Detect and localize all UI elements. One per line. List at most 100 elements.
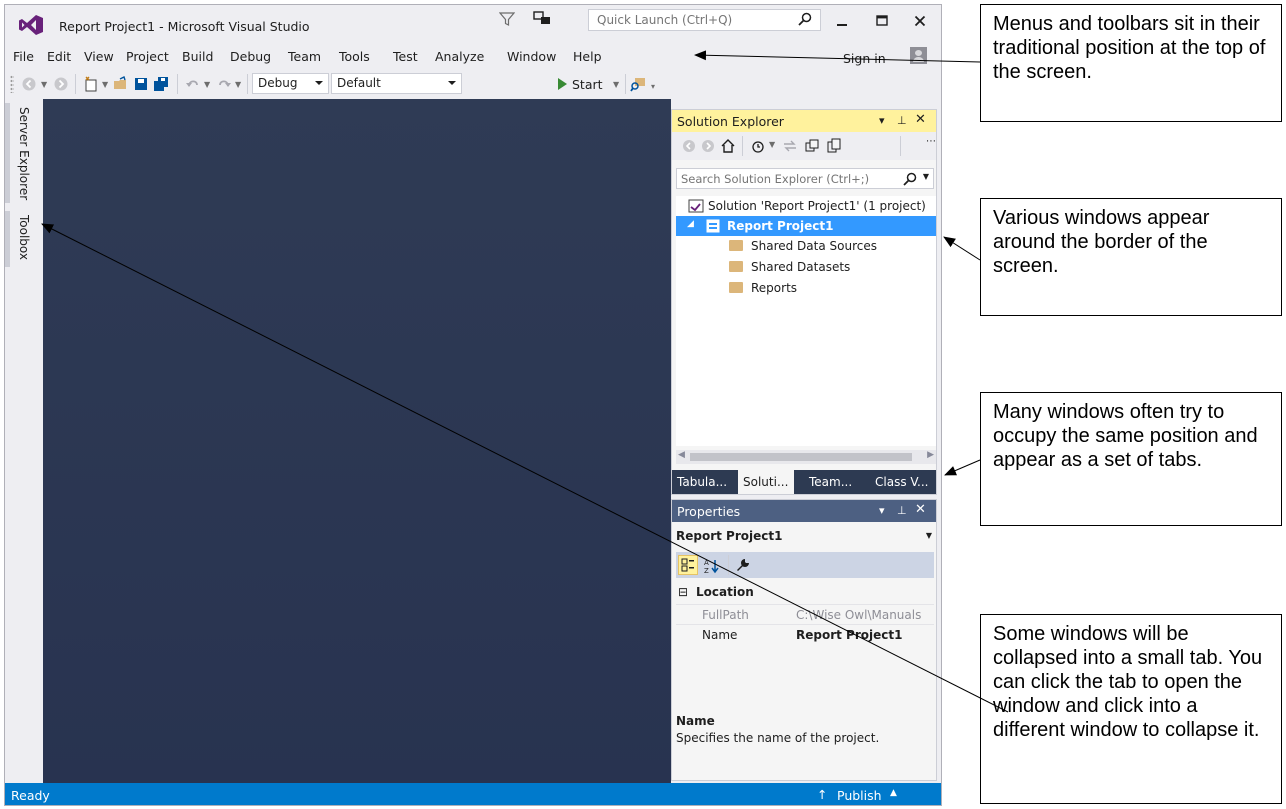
tab-solution-explorer[interactable]: Soluti... [738,470,794,494]
scroll-right-icon[interactable]: ▶ [927,450,934,460]
tree-row-reports[interactable]: Reports [676,278,936,298]
redo-icon[interactable] [216,76,232,92]
filter-dropdown-arrow-icon[interactable]: ▼ [769,140,775,149]
solution-configuration-dropdown[interactable]: Debug [252,73,329,94]
menu-tools[interactable]: Tools [339,49,370,64]
window-title: Report Project1 - Microsoft Visual Studi… [59,19,310,34]
menu-window[interactable]: Window [507,49,556,64]
close-icon[interactable]: ✕ [915,502,926,517]
tab-class-view[interactable]: Class V... [870,470,936,494]
categorized-button[interactable] [678,555,698,575]
overflow-icon[interactable]: ⋯ [926,136,936,147]
minimize-button[interactable] [825,9,859,33]
toolbar-separator [742,136,743,156]
tree-row-solution[interactable]: Solution 'Report Project1' (1 project) [676,196,936,216]
save-icon[interactable] [133,76,149,92]
search-options-arrow-icon[interactable]: ▼ [923,172,929,181]
menu-help[interactable]: Help [573,49,602,64]
start-button[interactable]: Start [572,77,603,92]
sync-with-active-document-icon[interactable] [782,138,798,154]
property-category-location[interactable]: ⊟ Location [676,582,934,600]
collapse-all-icon[interactable] [804,138,820,154]
forward-icon[interactable] [701,139,715,153]
alphabetical-sort-icon[interactable]: AZ [704,558,720,574]
menu-team[interactable]: Team [288,49,321,64]
back-dropdown-arrow-icon[interactable]: ▼ [41,80,47,89]
menu-edit[interactable]: Edit [47,49,71,64]
property-row-name[interactable]: Name Report Project1 [676,624,934,644]
close-button[interactable] [903,9,937,33]
auto-hide-pin-icon[interactable]: ⊥ [897,114,907,127]
solution-explorer-window: Solution Explorer ▾ ⊥ ✕ ▼ ⋯ ▼ So [671,109,937,495]
toolbar-overflow-icon[interactable]: ▾ [651,82,655,91]
properties-object-selector[interactable]: Report Project1 ▼ [676,526,934,546]
avatar[interactable] [910,47,927,64]
tab-tabular-model-explorer[interactable]: Tabula... [672,470,734,494]
redo-dropdown-arrow-icon[interactable]: ▼ [235,80,241,89]
menu-build[interactable]: Build [182,49,213,64]
property-key: Name [702,628,738,642]
window-position-menu-icon[interactable]: ▾ [879,504,885,517]
search-icon[interactable] [903,172,917,186]
callout-menus-toolbars: Menus and toolbars sit in their traditio… [980,4,1282,122]
tree-row-label: Solution 'Report Project1' (1 project) [708,199,926,213]
menu-project[interactable]: Project [126,49,169,64]
quick-launch-box[interactable] [588,9,821,31]
property-pages-wrench-icon[interactable] [736,558,750,572]
back-icon[interactable] [21,76,37,92]
close-icon[interactable]: ✕ [915,112,926,127]
solution-explorer-search-input[interactable] [677,169,897,188]
menu-debug[interactable]: Debug [230,49,271,64]
new-project-dropdown-arrow-icon[interactable]: ▼ [102,80,108,89]
property-value[interactable]: Report Project1 [796,628,902,642]
menu-analyze[interactable]: Analyze [435,49,484,64]
menu-view[interactable]: View [84,49,114,64]
toolbar-separator [900,136,901,156]
solution-explorer-search[interactable]: ▼ [676,168,934,189]
show-all-files-icon[interactable] [826,138,842,154]
sign-in-link[interactable]: Sign in [843,51,886,66]
menu-file[interactable]: File [13,49,34,64]
notifications-filter-icon[interactable] [499,11,515,27]
scrollbar-thumb[interactable] [690,453,912,461]
solution-explorer-title: Solution Explorer [677,114,784,129]
publish-button[interactable]: Publish [837,788,882,803]
solution-platform-dropdown[interactable]: Default [331,73,462,94]
new-project-icon[interactable] [83,76,99,92]
quick-launch-input[interactable] [589,10,789,30]
undo-dropdown-arrow-icon[interactable]: ▼ [204,80,210,89]
expand-triangle-icon[interactable]: ◢ [687,219,694,229]
collapse-box-icon[interactable]: ⊟ [678,585,688,599]
home-icon[interactable] [720,138,736,154]
scroll-left-icon[interactable]: ◀ [678,450,685,460]
tab-team-explorer[interactable]: Team... [804,470,860,494]
toolbar-grip[interactable] [10,75,14,93]
start-play-icon[interactable] [554,76,570,92]
feedback-icon[interactable] [533,11,551,27]
find-in-files-icon[interactable] [630,76,646,92]
tree-row-shared-datasets[interactable]: Shared Datasets [676,257,936,277]
toolbar-separator [625,74,626,94]
undo-icon[interactable] [185,76,201,92]
forward-icon[interactable] [53,76,69,92]
title-bar: Report Project1 - Microsoft Visual Studi… [5,5,941,45]
horizontal-scrollbar[interactable]: ◀ ▶ [676,450,936,464]
save-all-icon[interactable] [153,76,169,92]
window-position-menu-icon[interactable]: ▾ [879,114,885,127]
pending-changes-filter-icon[interactable] [750,138,766,154]
auto-hide-pin-icon[interactable]: ⊥ [897,504,907,517]
property-row-fullpath[interactable]: FullPath C:\Wise Owl\Manuals [676,604,934,624]
arrow-to-tab-strip [944,459,981,476]
search-icon[interactable] [798,12,812,26]
tree-row-project[interactable]: ◢ Report Project1 [676,216,936,236]
publish-chevron-up-icon[interactable]: ▲ [890,788,897,798]
server-explorer-tab[interactable]: Server Explorer [5,103,31,203]
toolbox-tab[interactable]: Toolbox [5,211,31,267]
categorized-icon [681,558,694,572]
open-file-icon[interactable] [113,76,129,92]
tree-row-shared-data-sources[interactable]: Shared Data Sources [676,236,936,256]
back-icon[interactable] [682,139,696,153]
start-dropdown-arrow-icon[interactable]: ▼ [613,80,619,89]
menu-test[interactable]: Test [393,49,418,64]
maximize-button[interactable] [865,9,899,33]
